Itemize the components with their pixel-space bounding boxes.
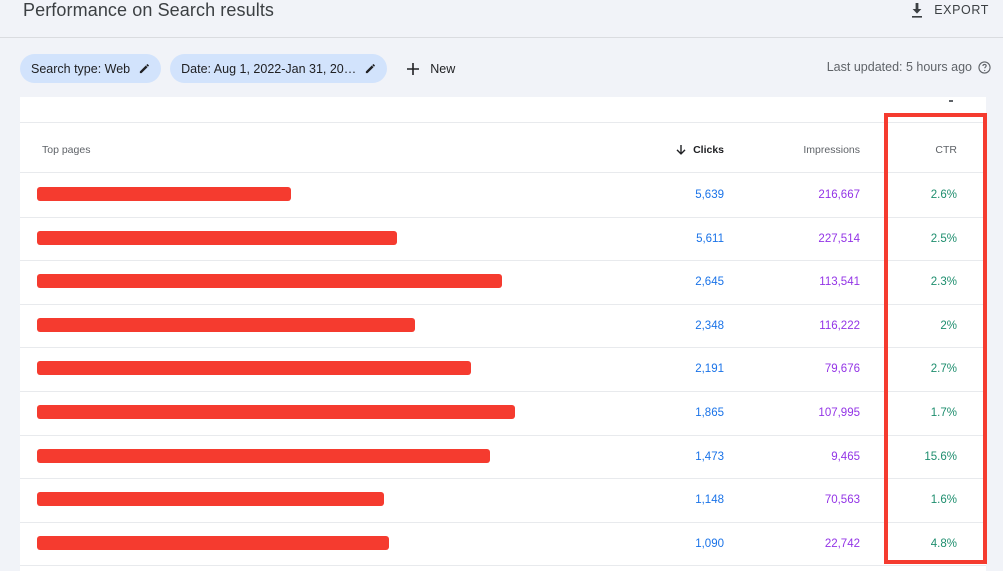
ctr-cell: 2.3%: [930, 276, 957, 289]
table-header-row: Top pages Clicks Impressions CTR: [20, 123, 986, 173]
column-header-top-pages[interactable]: Top pages: [42, 144, 90, 156]
date-filter-chip[interactable]: Date: Aug 1, 2022-Jan 31, 20…: [170, 54, 388, 83]
column-header-clicks[interactable]: Clicks: [675, 144, 724, 156]
plus-icon: [407, 62, 420, 75]
redacted-page-url: [37, 317, 415, 332]
clicks-cell: 2,191: [695, 363, 724, 376]
clicks-cell: 5,639: [695, 189, 724, 201]
filter-bar: Search type: Web Date: Aug 1, 2022-Jan 3…: [20, 54, 455, 83]
top-pages-table-card: Top pages Clicks Impressions CTR 5,639 21…: [20, 97, 986, 571]
clicks-cell: 2,348: [695, 319, 724, 332]
redacted-page-url: [37, 535, 389, 550]
table-row[interactable]: 2,191 79,676 2.7%: [20, 348, 986, 392]
pencil-icon[interactable]: [364, 62, 377, 75]
redacted-page-url: [37, 405, 515, 419]
pencil-icon[interactable]: [138, 62, 151, 75]
redacted-page-url: [37, 230, 397, 245]
search-type-filter-label: Search type: Web: [31, 61, 131, 76]
impressions-cell: 116,222: [819, 319, 860, 332]
last-updated-text: Last updated: 5 hours ago: [826, 60, 972, 74]
impressions-cell: 79,676: [824, 363, 860, 376]
clicks-cell: 2,645: [695, 276, 724, 289]
ctr-cell: 15.6%: [924, 450, 957, 463]
ctr-cell: 2.6%: [930, 189, 957, 201]
table-row[interactable]: 2,645 113,541 2.3%: [20, 261, 986, 305]
ctr-cell: 2%: [940, 319, 957, 332]
page-title: Performance on Search results: [23, 0, 275, 20]
ctr-cell: 2.7%: [930, 363, 957, 376]
redacted-page-url: [37, 187, 291, 201]
impressions-cell: 107,995: [818, 407, 860, 419]
column-header-impressions[interactable]: Impressions: [803, 144, 860, 156]
search-type-filter-chip[interactable]: Search type: Web: [20, 54, 162, 83]
table-row[interactable]: 5,611 227,514 2.5%: [20, 218, 986, 262]
clicks-cell: 5,611: [696, 232, 724, 245]
redacted-page-url: [37, 492, 384, 507]
clicks-cell: 1,865: [695, 407, 724, 419]
new-filter-label: New: [430, 61, 456, 76]
clicks-cell: 1,090: [695, 537, 724, 550]
table-row[interactable]: 1,148 70,563 1.6%: [20, 479, 986, 523]
impressions-cell: 227,514: [818, 232, 860, 245]
table-row[interactable]: 1,090 22,742 4.8%: [20, 523, 986, 567]
ctr-cell: 2.5%: [930, 232, 957, 245]
page-header: Performance on Search results EXPORT: [0, 0, 1003, 38]
ctr-cell: 4.8%: [930, 537, 957, 550]
clicks-cell: 1,473: [695, 450, 724, 463]
new-filter-button[interactable]: New: [406, 62, 455, 76]
impressions-cell: 70,563: [824, 494, 860, 507]
table-row[interactable]: 2,348 116,222 2%: [20, 305, 986, 349]
impressions-cell: 113,541: [819, 276, 860, 289]
last-updated: Last updated: 5 hours ago: [827, 60, 991, 74]
column-header-clicks-label: Clicks: [693, 144, 724, 156]
arrow-down-icon: [676, 145, 686, 155]
redacted-page-url: [37, 274, 502, 289]
column-header-ctr[interactable]: CTR: [935, 144, 957, 156]
ctr-cell: 1.7%: [930, 407, 957, 419]
impressions-cell: 9,465: [831, 450, 860, 463]
impressions-cell: 216,667: [818, 189, 860, 201]
export-button[interactable]: EXPORT: [909, 0, 989, 20]
table-row[interactable]: 1,473 9,465 15.6%: [20, 436, 986, 480]
impressions-cell: 22,742: [824, 537, 860, 550]
table-row[interactable]: 5,639 216,667 2.6%: [20, 174, 986, 218]
download-icon: [912, 3, 923, 18]
clicks-cell: 1,148: [695, 494, 724, 507]
date-filter-label: Date: Aug 1, 2022-Jan 31, 20…: [181, 61, 357, 76]
search-console-performance-page: Performance on Search results EXPORT Sea…: [0, 0, 1003, 571]
ctr-cell: 1.6%: [930, 494, 957, 507]
help-circle-icon[interactable]: [978, 60, 991, 74]
redacted-page-url: [37, 361, 471, 376]
table-row[interactable]: 1,865 107,995 1.7%: [20, 392, 986, 436]
card-menu-hint: [949, 100, 953, 102]
export-label: EXPORT: [934, 3, 989, 17]
redacted-page-url: [37, 448, 490, 463]
